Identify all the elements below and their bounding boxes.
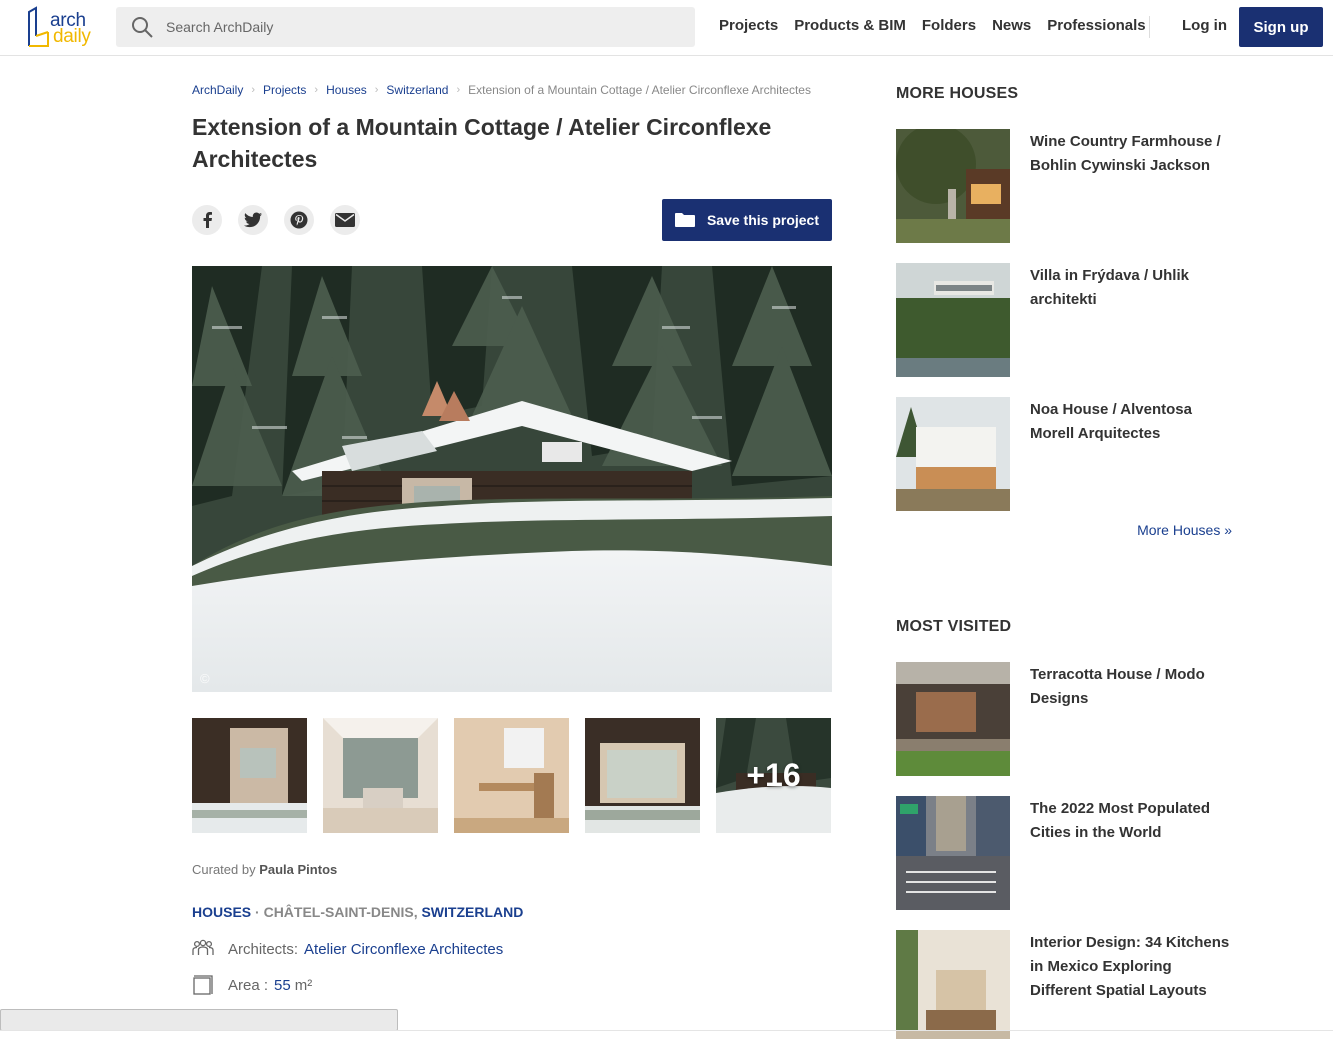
nav-news[interactable]: News bbox=[992, 17, 1031, 34]
more-houses-card-2-image[interactable] bbox=[896, 263, 1010, 377]
most-visited-card-3-title[interactable]: Interior Design: 34 Kitchens in Mexico E… bbox=[1030, 931, 1236, 1003]
area-value: 55 bbox=[274, 976, 291, 994]
more-houses-card-3-title[interactable]: Noa House / Alventosa Morell Arquitectes bbox=[1030, 398, 1236, 446]
card-4-photo bbox=[896, 662, 1010, 776]
twitter-icon bbox=[244, 212, 262, 228]
folder-icon bbox=[674, 213, 695, 227]
share-email-button[interactable] bbox=[330, 205, 360, 235]
share-twitter-button[interactable] bbox=[238, 205, 268, 235]
breadcrumb: ArchDaily › Projects › Houses › Switzerl… bbox=[192, 83, 811, 97]
breadcrumb-switzerland[interactable]: Switzerland bbox=[386, 83, 448, 97]
curator-name[interactable]: Paula Pintos bbox=[259, 862, 337, 877]
search-bar[interactable] bbox=[116, 7, 695, 47]
curated-by: Curated by Paula Pintos bbox=[192, 862, 337, 877]
more-photos-count: +16 bbox=[746, 757, 801, 793]
most-visited-card-3[interactable]: Interior Design: 34 Kitchens in Mexico E… bbox=[896, 930, 1236, 1039]
most-visited-card-3-image[interactable] bbox=[896, 930, 1010, 1039]
share-buttons bbox=[192, 205, 360, 235]
country-link[interactable]: SWITZERLAND bbox=[421, 904, 523, 920]
thumbnail-3[interactable] bbox=[454, 718, 569, 833]
area-icon bbox=[193, 975, 213, 995]
card-1-photo bbox=[896, 129, 1010, 243]
bottom-divider bbox=[0, 1030, 1333, 1031]
more-houses-card-2-title[interactable]: Villa in Frýdava / Uhlik architekti bbox=[1030, 264, 1236, 312]
more-houses-card-3[interactable]: Noa House / Alventosa Morell Arquitectes bbox=[896, 397, 1236, 511]
share-facebook-button[interactable] bbox=[192, 205, 222, 235]
nav-divider bbox=[1149, 16, 1150, 38]
breadcrumb-houses[interactable]: Houses bbox=[326, 83, 367, 97]
card-2-photo bbox=[896, 263, 1010, 377]
nav-folders[interactable]: Folders bbox=[922, 17, 976, 34]
card-5-photo bbox=[896, 796, 1010, 910]
curated-prefix: Curated by bbox=[192, 862, 256, 877]
pinterest-icon bbox=[290, 211, 308, 229]
meta-separator: · bbox=[255, 904, 260, 920]
thumbnail-4[interactable] bbox=[585, 718, 700, 833]
people-icon bbox=[192, 939, 214, 955]
architects-row: Architects: Atelier Circonflexe Architec… bbox=[192, 938, 503, 960]
more-houses-card-1[interactable]: Wine Country Farmhouse / Bohlin Cywinski… bbox=[896, 129, 1236, 243]
cottage-photo bbox=[192, 266, 832, 692]
architects-label: Architects: bbox=[228, 940, 299, 958]
facebook-icon bbox=[203, 212, 212, 228]
most-visited-card-2-image[interactable] bbox=[896, 796, 1010, 910]
project-location-meta: HOUSES · CHÂTEL-SAINT-DENIS, SWITZERLAND bbox=[192, 904, 523, 920]
share-pinterest-button[interactable] bbox=[284, 205, 314, 235]
most-visited-card-1-image[interactable] bbox=[896, 662, 1010, 776]
more-houses-card-3-image[interactable] bbox=[896, 397, 1010, 511]
most-visited-card-1-title[interactable]: Terracotta House / Modo Designs bbox=[1030, 663, 1236, 711]
copyright-symbol: © bbox=[200, 671, 210, 686]
thumbnail-4-image bbox=[585, 718, 700, 833]
category-link[interactable]: HOUSES bbox=[192, 904, 251, 920]
nav-projects[interactable]: Projects bbox=[719, 17, 778, 34]
breadcrumb-separator: › bbox=[314, 84, 319, 96]
thumbnail-2-image bbox=[323, 718, 438, 833]
save-project-button[interactable]: Save this project bbox=[662, 199, 832, 241]
top-header: arch daily Projects Products & BIM Folde… bbox=[0, 0, 1333, 56]
more-houses-card-1-title[interactable]: Wine Country Farmhouse / Bohlin Cywinski… bbox=[1030, 130, 1236, 178]
thumbnail-2[interactable] bbox=[323, 718, 438, 833]
email-icon bbox=[335, 213, 355, 227]
thumbnail-strip: +16 bbox=[192, 718, 831, 833]
nav-products-bim[interactable]: Products & BIM bbox=[794, 17, 906, 34]
save-project-label: Save this project bbox=[706, 212, 820, 228]
archdaily-logo[interactable]: arch daily bbox=[26, 6, 96, 50]
thumbnail-1[interactable] bbox=[192, 718, 307, 833]
search-input[interactable] bbox=[166, 7, 686, 47]
search-icon bbox=[132, 17, 153, 38]
more-houses-heading: MORE HOUSES bbox=[896, 85, 1019, 102]
area-row: Area : 55 m² bbox=[192, 974, 312, 996]
architects-link[interactable]: Atelier Circonflexe Architectes bbox=[304, 941, 503, 958]
card-3-photo bbox=[896, 397, 1010, 511]
more-houses-link[interactable]: More Houses » bbox=[1100, 522, 1232, 538]
city-text: CHÂTEL-SAINT-DENIS, bbox=[263, 904, 418, 920]
breadcrumb-current: Extension of a Mountain Cottage / Atelie… bbox=[468, 83, 811, 97]
breadcrumb-archdaily[interactable]: ArchDaily bbox=[192, 83, 243, 97]
area-label: Area : bbox=[228, 976, 269, 994]
logo-text-daily: daily bbox=[53, 26, 91, 47]
thumbnail-3-image bbox=[454, 718, 569, 833]
more-houses-card-2[interactable]: Villa in Frýdava / Uhlik architekti bbox=[896, 263, 1236, 377]
main-nav: Projects Products & BIM Folders News Pro… bbox=[719, 17, 1146, 34]
thumbnail-more[interactable]: +16 bbox=[716, 718, 831, 833]
breadcrumb-projects[interactable]: Projects bbox=[263, 83, 306, 97]
most-visited-card-1[interactable]: Terracotta House / Modo Designs bbox=[896, 662, 1236, 776]
login-link[interactable]: Log in bbox=[1182, 17, 1227, 34]
horizontal-scrollbar[interactable] bbox=[0, 1009, 398, 1031]
signup-button[interactable]: Sign up bbox=[1239, 7, 1323, 47]
thumbnail-1-image bbox=[192, 718, 307, 833]
most-visited-card-2-title[interactable]: The 2022 Most Populated Cities in the Wo… bbox=[1030, 797, 1236, 845]
breadcrumb-separator: › bbox=[374, 84, 379, 96]
card-6-photo bbox=[896, 930, 1010, 1039]
most-visited-heading: MOST VISITED bbox=[896, 618, 1012, 635]
nav-professionals[interactable]: Professionals bbox=[1047, 17, 1145, 34]
more-houses-card-1-image[interactable] bbox=[896, 129, 1010, 243]
main-project-image[interactable]: © bbox=[192, 266, 832, 692]
breadcrumb-separator: › bbox=[456, 84, 461, 96]
page-title: Extension of a Mountain Cottage / Atelie… bbox=[192, 114, 772, 172]
breadcrumb-separator: › bbox=[251, 84, 256, 96]
area-unit: m² bbox=[294, 976, 313, 994]
most-visited-card-2[interactable]: The 2022 Most Populated Cities in the Wo… bbox=[896, 796, 1236, 910]
